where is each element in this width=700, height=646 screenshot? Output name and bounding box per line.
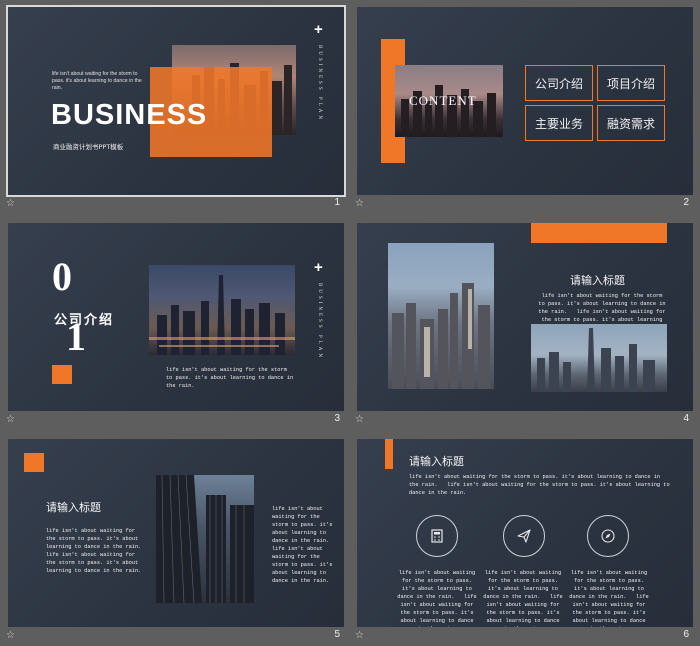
slide-4[interactable]: 请输入标题 life isn't about waiting for the s… — [357, 223, 693, 411]
slide-thumbnail-5[interactable]: 请输入标题 life isn't about waiting for the s… — [0, 432, 346, 644]
slide-title: BUSINESS — [51, 99, 208, 131]
paper-plane-icon — [517, 529, 531, 543]
quote-text: life isn't about waiting for the storm t… — [52, 71, 142, 91]
slide-6[interactable]: 请输入标题 life isn't about waiting for the s… — [357, 439, 693, 627]
city-night-photo — [149, 265, 295, 355]
column-text-3: life isn't about waiting for the storm t… — [569, 570, 649, 627]
star-icon[interactable]: ☆ — [355, 631, 365, 641]
city-photo: CONTENT — [395, 65, 503, 137]
orange-bar — [385, 439, 393, 469]
star-icon[interactable]: ☆ — [355, 199, 365, 209]
slide-thumbnail-4[interactable]: 请输入标题 life isn't about waiting for the s… — [349, 216, 695, 428]
plus-icon: + — [314, 21, 323, 38]
slide-number: 5 — [334, 629, 340, 640]
slide-thumbnail-3[interactable]: 0 公司介绍 1 + BUSINESS PLAN life isn't abou… — [0, 216, 346, 428]
compass-icon — [601, 529, 615, 543]
slide-thumbnail-2[interactable]: CONTENT 公司介绍 项目介绍 主要业务 融资需求 ☆ 2 — [349, 0, 695, 212]
body-text-right: life isn't about waiting for the storm t… — [272, 506, 336, 584]
slide-3[interactable]: 0 公司介绍 1 + BUSINESS PLAN life isn't abou… — [8, 223, 344, 411]
slide-heading: 请输入标题 — [46, 501, 101, 514]
orange-square — [24, 453, 44, 472]
star-icon[interactable]: ☆ — [355, 415, 365, 425]
vertical-label: BUSINESS PLAN — [317, 45, 322, 122]
icon-circle-3 — [587, 515, 629, 557]
star-icon[interactable]: ☆ — [6, 199, 16, 209]
icon-circle-2 — [503, 515, 545, 557]
slide-heading: 请输入标题 — [409, 455, 464, 468]
body-text-left: life isn't about waiting for the storm t… — [46, 528, 151, 574]
column-text-1: life isn't about waiting for the storm t… — [397, 570, 477, 627]
star-icon[interactable]: ☆ — [6, 415, 16, 425]
slide-heading: 请输入标题 — [570, 274, 625, 287]
slide-thumbnail-6[interactable]: 请输入标题 life isn't about waiting for the s… — [349, 432, 695, 644]
skyscraper-photo — [156, 475, 254, 603]
body-text: life isn't about waiting for the storm t… — [166, 367, 297, 389]
column-text-2: life isn't about waiting for the storm t… — [483, 570, 563, 627]
slide-thumbnail-1[interactable]: life isn't about waiting for the storm t… — [0, 0, 346, 212]
plus-icon: + — [314, 259, 323, 276]
slide-number: 6 — [683, 629, 689, 640]
body-text: life isn't about waiting for the storm t… — [409, 474, 673, 496]
slide-number: 3 — [334, 413, 340, 424]
menu-item-financing[interactable]: 融资需求 — [597, 105, 665, 141]
menu-item-company[interactable]: 公司介绍 — [525, 65, 593, 101]
slide-number: 2 — [683, 197, 689, 208]
skyline-photo — [531, 324, 667, 392]
vertical-label: BUSINESS PLAN — [317, 283, 322, 360]
calculator-icon — [431, 529, 443, 543]
section-number-bottom: 1 — [66, 314, 86, 359]
slide-5[interactable]: 请输入标题 life isn't about waiting for the s… — [8, 439, 344, 627]
slide-2[interactable]: CONTENT 公司介绍 项目介绍 主要业务 融资需求 — [357, 7, 693, 195]
slide-subtitle: 商业融资计划书PPT模板 — [53, 143, 124, 151]
slide-number: 1 — [334, 197, 340, 208]
slide-number: 4 — [683, 413, 689, 424]
star-icon[interactable]: ☆ — [6, 631, 16, 641]
city-day-photo — [388, 243, 494, 389]
orange-bar — [531, 223, 667, 243]
content-label: CONTENT — [409, 93, 477, 108]
icon-circle-1 — [416, 515, 458, 557]
section-number-top: 0 — [52, 254, 72, 299]
orange-square — [52, 365, 72, 384]
menu-item-project[interactable]: 项目介绍 — [597, 65, 665, 101]
menu-item-business[interactable]: 主要业务 — [525, 105, 593, 141]
slide-1[interactable]: life isn't about waiting for the storm t… — [6, 5, 346, 197]
